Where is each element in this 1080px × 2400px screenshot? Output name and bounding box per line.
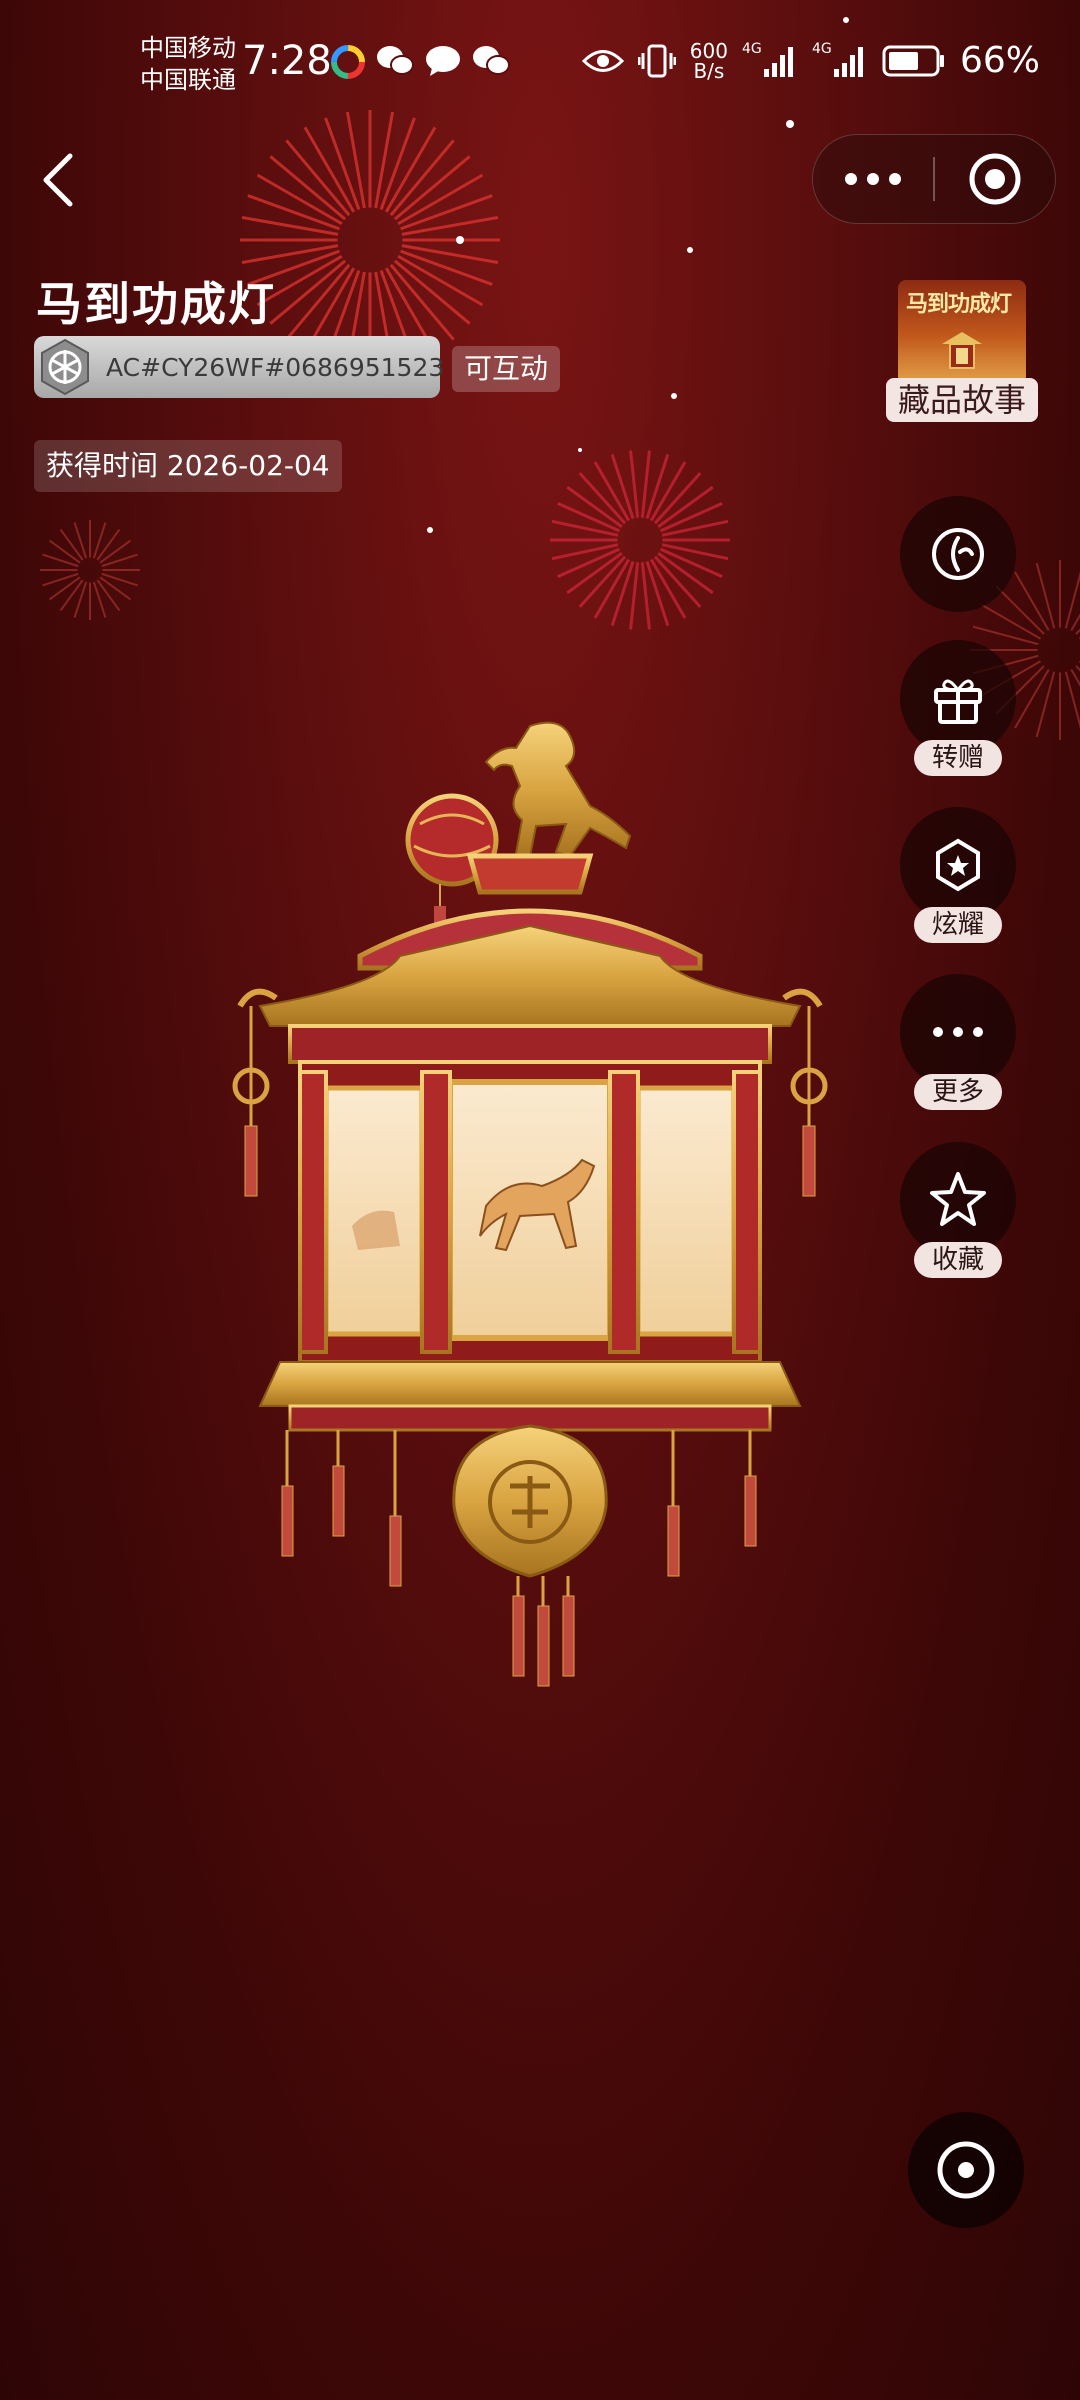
more-circle: [900, 974, 1016, 1090]
interactive-tag: 可互动: [452, 346, 561, 392]
transfer-circle: [900, 640, 1016, 756]
collectible-code: AC#CY26WF#0686951523: [106, 352, 445, 382]
network-type-1: 4G: [741, 40, 762, 57]
more-dots-icon: [845, 173, 901, 185]
more-button[interactable]: 更多: [900, 974, 1016, 1114]
target-circle-icon: [937, 2141, 995, 2199]
favorite-circle: [900, 1142, 1016, 1258]
favorite-button[interactable]: 收藏: [900, 1142, 1016, 1282]
carrier-labels: 中国移动 中国联通: [140, 32, 236, 96]
gift-icon: [934, 679, 982, 724]
collectible-code-badge[interactable]: AC#CY26WF#0686951523: [34, 336, 444, 398]
show-off-button[interactable]: 炫耀: [900, 807, 1016, 947]
wechat-icon: [377, 46, 414, 75]
swirl-icon: [932, 528, 984, 580]
story-thumbnail-title: 马到功成灯: [906, 292, 1012, 317]
vibrate-icon: [637, 44, 676, 77]
net-speed-value: 600: [689, 38, 728, 63]
capsule-close-button[interactable]: [935, 134, 1055, 224]
status-bar: 中国移动 中国联通 7:28 600 B/s 4G 4G 66%: [0, 0, 1080, 130]
favorite-label: 收藏: [914, 1242, 1002, 1278]
battery-icon: [882, 45, 944, 76]
lantern-artwork: [232, 721, 828, 1687]
badge-star-icon: [936, 838, 980, 892]
show-off-circle: [900, 807, 1016, 923]
story-thumbnail: 马到功成灯: [898, 280, 1026, 384]
miniprogram-capsule: [812, 134, 1056, 224]
more-label: 更多: [914, 1074, 1002, 1110]
more-dots-icon: [933, 1027, 983, 1037]
interact-circle: [900, 496, 1016, 612]
signal-1: 4G: [742, 41, 798, 81]
wechat-icon-2: [473, 46, 510, 75]
carrier-1: 中国移动: [140, 34, 236, 62]
star-icon: [930, 1172, 986, 1226]
message-icon: [426, 46, 460, 76]
horse-figure: [484, 721, 632, 858]
net-speed: 600 B/s: [690, 41, 728, 81]
acquired-date: 获得时间 2026-02-04: [34, 440, 342, 492]
clock: 7:28: [242, 38, 332, 84]
battery-percent: 66%: [959, 40, 1040, 81]
target-button[interactable]: [908, 2112, 1024, 2228]
network-type-2: 4G: [811, 40, 832, 57]
target-circle-icon: [969, 153, 1021, 205]
capsule-more-button[interactable]: [813, 134, 933, 224]
show-off-label: 炫耀: [914, 907, 1002, 943]
collectible-title: 马到功成灯: [36, 277, 276, 331]
interact-button[interactable]: [900, 496, 1016, 612]
back-button[interactable]: [34, 148, 82, 212]
chain-logo-icon: [34, 336, 96, 398]
transfer-label: 转赠: [914, 740, 1002, 776]
collection-story-button[interactable]: 马到功成灯 藏品故事: [886, 280, 1038, 426]
app-notification-icon: [331, 45, 365, 79]
story-label: 藏品故事: [886, 378, 1038, 422]
transfer-button[interactable]: 转赠: [900, 640, 1016, 780]
notification-icons: [330, 44, 510, 80]
net-speed-unit: B/s: [693, 58, 725, 83]
chevron-left-icon: [43, 153, 73, 207]
system-indicators: 600 B/s 4G 4G 66%: [581, 40, 1040, 81]
eye-icon: [581, 49, 624, 72]
signal-2: 4G: [812, 41, 868, 81]
carrier-2: 中国联通: [140, 66, 236, 94]
